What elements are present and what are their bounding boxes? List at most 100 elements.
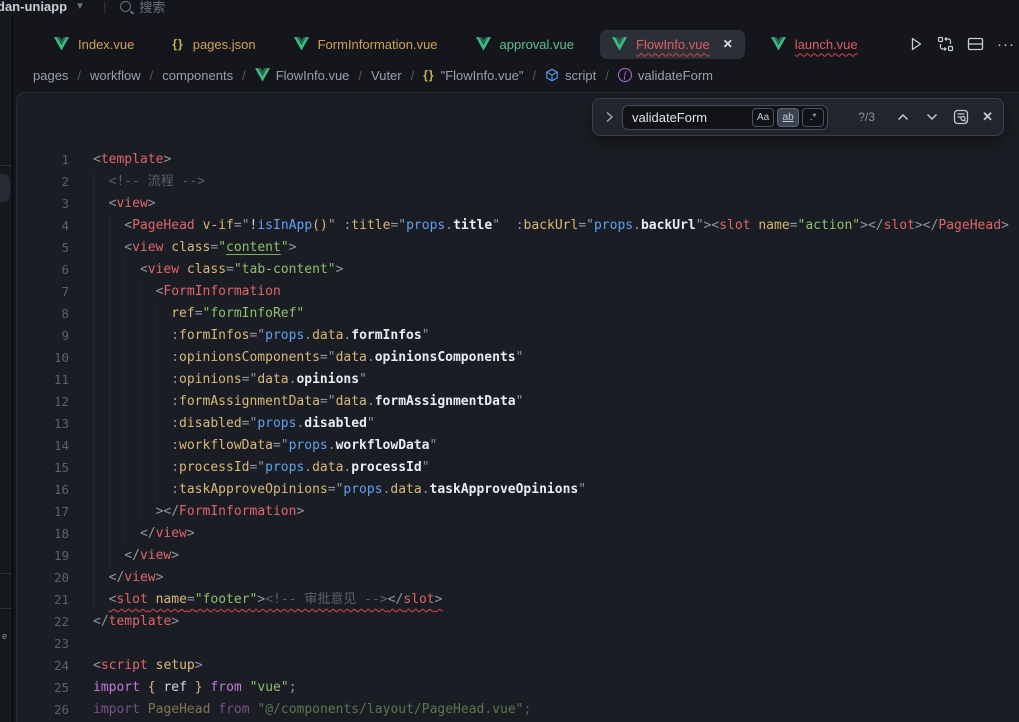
code-line-12[interactable]: 12:formAssignmentData="data.formAssignme… bbox=[27, 391, 1019, 413]
tab-pages-json[interactable]: {}pages.json bbox=[160, 30, 267, 59]
window-titlebar: dan-uniapp ▼ | 搜索 bbox=[0, 0, 1019, 14]
sidebar-fragment bbox=[0, 573, 12, 574]
code-line-26[interactable]: 26 import PageHead from "@/components/lay… bbox=[27, 699, 1019, 721]
tab-launch-vue[interactable]: launch.vue bbox=[759, 30, 870, 59]
code-line-23[interactable]: 23 bbox=[27, 633, 1019, 655]
line-text: </template> bbox=[93, 611, 1019, 633]
breadcrumb-item[interactable]: {}"FlowInfo.vue" bbox=[423, 68, 523, 83]
line-number: 6 bbox=[27, 259, 69, 281]
line-number: 10 bbox=[27, 347, 69, 369]
more-actions-icon[interactable]: ··· bbox=[997, 36, 1015, 53]
find-in-selection-icon[interactable] bbox=[953, 109, 969, 125]
line-text: import PageHead from "@/components/layou… bbox=[93, 699, 1019, 721]
code-line-22[interactable]: 22 </template> bbox=[27, 611, 1019, 633]
breadcrumb-item[interactable]: fvalidateForm bbox=[618, 68, 713, 83]
code-line-1[interactable]: 1<template> bbox=[27, 149, 1019, 171]
vue-icon bbox=[612, 37, 627, 51]
line-text: :opinions="data.opinions" bbox=[93, 369, 1019, 391]
breadcrumb-item[interactable]: script bbox=[545, 68, 596, 83]
compare-changes-icon[interactable] bbox=[937, 36, 954, 52]
code-line-11[interactable]: 11:opinions="data.opinions" bbox=[27, 369, 1019, 391]
breadcrumb-separator: / bbox=[150, 68, 154, 83]
line-number: 18 bbox=[27, 523, 69, 545]
code-line-8[interactable]: 8ref="formInfoRef" bbox=[27, 303, 1019, 325]
breadcrumb-separator: / bbox=[533, 68, 537, 83]
code-line-24[interactable]: 24<script setup> bbox=[27, 655, 1019, 677]
code-editor[interactable]: 1<template>2<!-- 流程 -->3<view>4<PageHead… bbox=[27, 149, 1019, 721]
editor-actions: ··· bbox=[908, 24, 1019, 64]
previous-match-icon[interactable] bbox=[897, 108, 909, 126]
code-line-14[interactable]: 14:workflowData="props.workflowData" bbox=[27, 435, 1019, 457]
code-line-18[interactable]: 18 </view> bbox=[27, 523, 1019, 545]
module-cube-icon bbox=[545, 68, 559, 82]
line-number: 12 bbox=[27, 391, 69, 413]
line-number: 26 bbox=[27, 699, 69, 721]
line-number: 22 bbox=[27, 611, 69, 633]
breadcrumb-label: workflow bbox=[90, 68, 141, 83]
run-icon[interactable] bbox=[908, 36, 924, 52]
tab-approval-vue[interactable]: approval.vue bbox=[464, 30, 586, 59]
code-line-13[interactable]: 13:disabled="props.disabled" bbox=[27, 413, 1019, 435]
close-tab-icon[interactable]: ✕ bbox=[723, 37, 733, 51]
find-query-text: validateForm bbox=[632, 110, 749, 125]
code-line-4[interactable]: 4<PageHead v-if="!isInApp()" :title="pro… bbox=[27, 215, 1019, 237]
next-match-icon[interactable] bbox=[926, 108, 938, 126]
code-line-21[interactable]: 21<slot name="footer"><!-- 审批意见 --></slo… bbox=[27, 589, 1019, 611]
code-line-3[interactable]: 3<view> bbox=[27, 193, 1019, 215]
breadcrumb-separator: / bbox=[358, 68, 362, 83]
global-search[interactable]: 搜索 bbox=[120, 0, 165, 14]
code-line-20[interactable]: 20</view> bbox=[27, 567, 1019, 589]
breadcrumb-item[interactable]: Vuter bbox=[371, 68, 402, 83]
code-line-16[interactable]: 16:taskApproveOpinions="props.data.taskA… bbox=[27, 479, 1019, 501]
code-line-19[interactable]: 19</view> bbox=[27, 545, 1019, 567]
breadcrumb-item[interactable]: components bbox=[162, 68, 233, 83]
collapsed-sidebar-strip[interactable]: e bbox=[0, 14, 13, 722]
code-line-17[interactable]: 17></FormInformation> bbox=[27, 501, 1019, 523]
line-text: ></FormInformation> bbox=[93, 501, 1019, 523]
close-find-icon[interactable]: ✕ bbox=[982, 109, 993, 125]
braces-icon: {} bbox=[423, 68, 434, 82]
line-text: </view> bbox=[93, 523, 1019, 545]
tab-label: Index.vue bbox=[78, 37, 134, 52]
match-case-toggle[interactable]: Aa bbox=[752, 108, 774, 127]
line-number: 7 bbox=[27, 281, 69, 303]
code-line-5[interactable]: 5<view class="content"> bbox=[27, 237, 1019, 259]
tab-forminformation-vue[interactable]: FormInformation.vue bbox=[282, 30, 450, 59]
line-number: 8 bbox=[27, 303, 69, 325]
editor-pane[interactable]: 1<template>2<!-- 流程 -->3<view>4<PageHead… bbox=[16, 92, 1019, 722]
tab-label: launch.vue bbox=[795, 37, 858, 52]
breadcrumb: pages / workflow / components / FlowInfo.vue / V… bbox=[33, 62, 713, 88]
code-line-7[interactable]: 7 <FormInformation bbox=[27, 281, 1019, 303]
code-line-10[interactable]: 10:opinionsComponents="data.opinionsComp… bbox=[27, 347, 1019, 369]
titlebar-divider: | bbox=[103, 0, 106, 14]
code-line-25[interactable]: 25import { ref } from "vue"; bbox=[27, 677, 1019, 699]
project-name[interactable]: dan-uniapp bbox=[0, 0, 67, 14]
whole-word-toggle[interactable]: ab bbox=[777, 108, 799, 127]
breadcrumb-separator: / bbox=[411, 68, 415, 83]
regex-toggle[interactable]: .* bbox=[802, 108, 824, 127]
chevron-down-icon: ▼ bbox=[75, 1, 85, 12]
line-text: <FormInformation bbox=[93, 281, 1019, 303]
vue-icon bbox=[294, 37, 309, 51]
expand-replace-icon[interactable] bbox=[605, 111, 614, 123]
line-number: 16 bbox=[27, 479, 69, 501]
line-text: <template> bbox=[93, 149, 1019, 171]
breadcrumb-separator: / bbox=[605, 68, 609, 83]
tab-bar: Index.vue {}pages.json FormInformation.vue… bbox=[14, 24, 1019, 64]
code-line-9[interactable]: 9:formInfos="props.data.formInfos" bbox=[27, 325, 1019, 347]
line-number: 9 bbox=[27, 325, 69, 347]
code-line-15[interactable]: 15:processId="props.data.processId" bbox=[27, 457, 1019, 479]
breadcrumb-item[interactable]: FlowInfo.vue bbox=[255, 68, 350, 83]
split-editor-icon[interactable] bbox=[967, 36, 984, 52]
line-number: 13 bbox=[27, 413, 69, 435]
breadcrumb-item[interactable]: workflow bbox=[90, 68, 141, 83]
line-text: </view> bbox=[93, 545, 1019, 567]
find-input[interactable]: validateForm Aa ab .* bbox=[622, 105, 828, 130]
tab-index-vue[interactable]: Index.vue bbox=[42, 30, 146, 59]
line-text: :processId="props.data.processId" bbox=[93, 457, 1019, 479]
breadcrumb-item[interactable]: pages bbox=[33, 68, 68, 83]
line-number: 14 bbox=[27, 435, 69, 457]
code-line-2[interactable]: 2<!-- 流程 --> bbox=[27, 171, 1019, 193]
tab-flowinfo-vue[interactable]: FlowInfo.vue✕ bbox=[600, 30, 745, 59]
code-line-6[interactable]: 6<view class="tab-content"> bbox=[27, 259, 1019, 281]
